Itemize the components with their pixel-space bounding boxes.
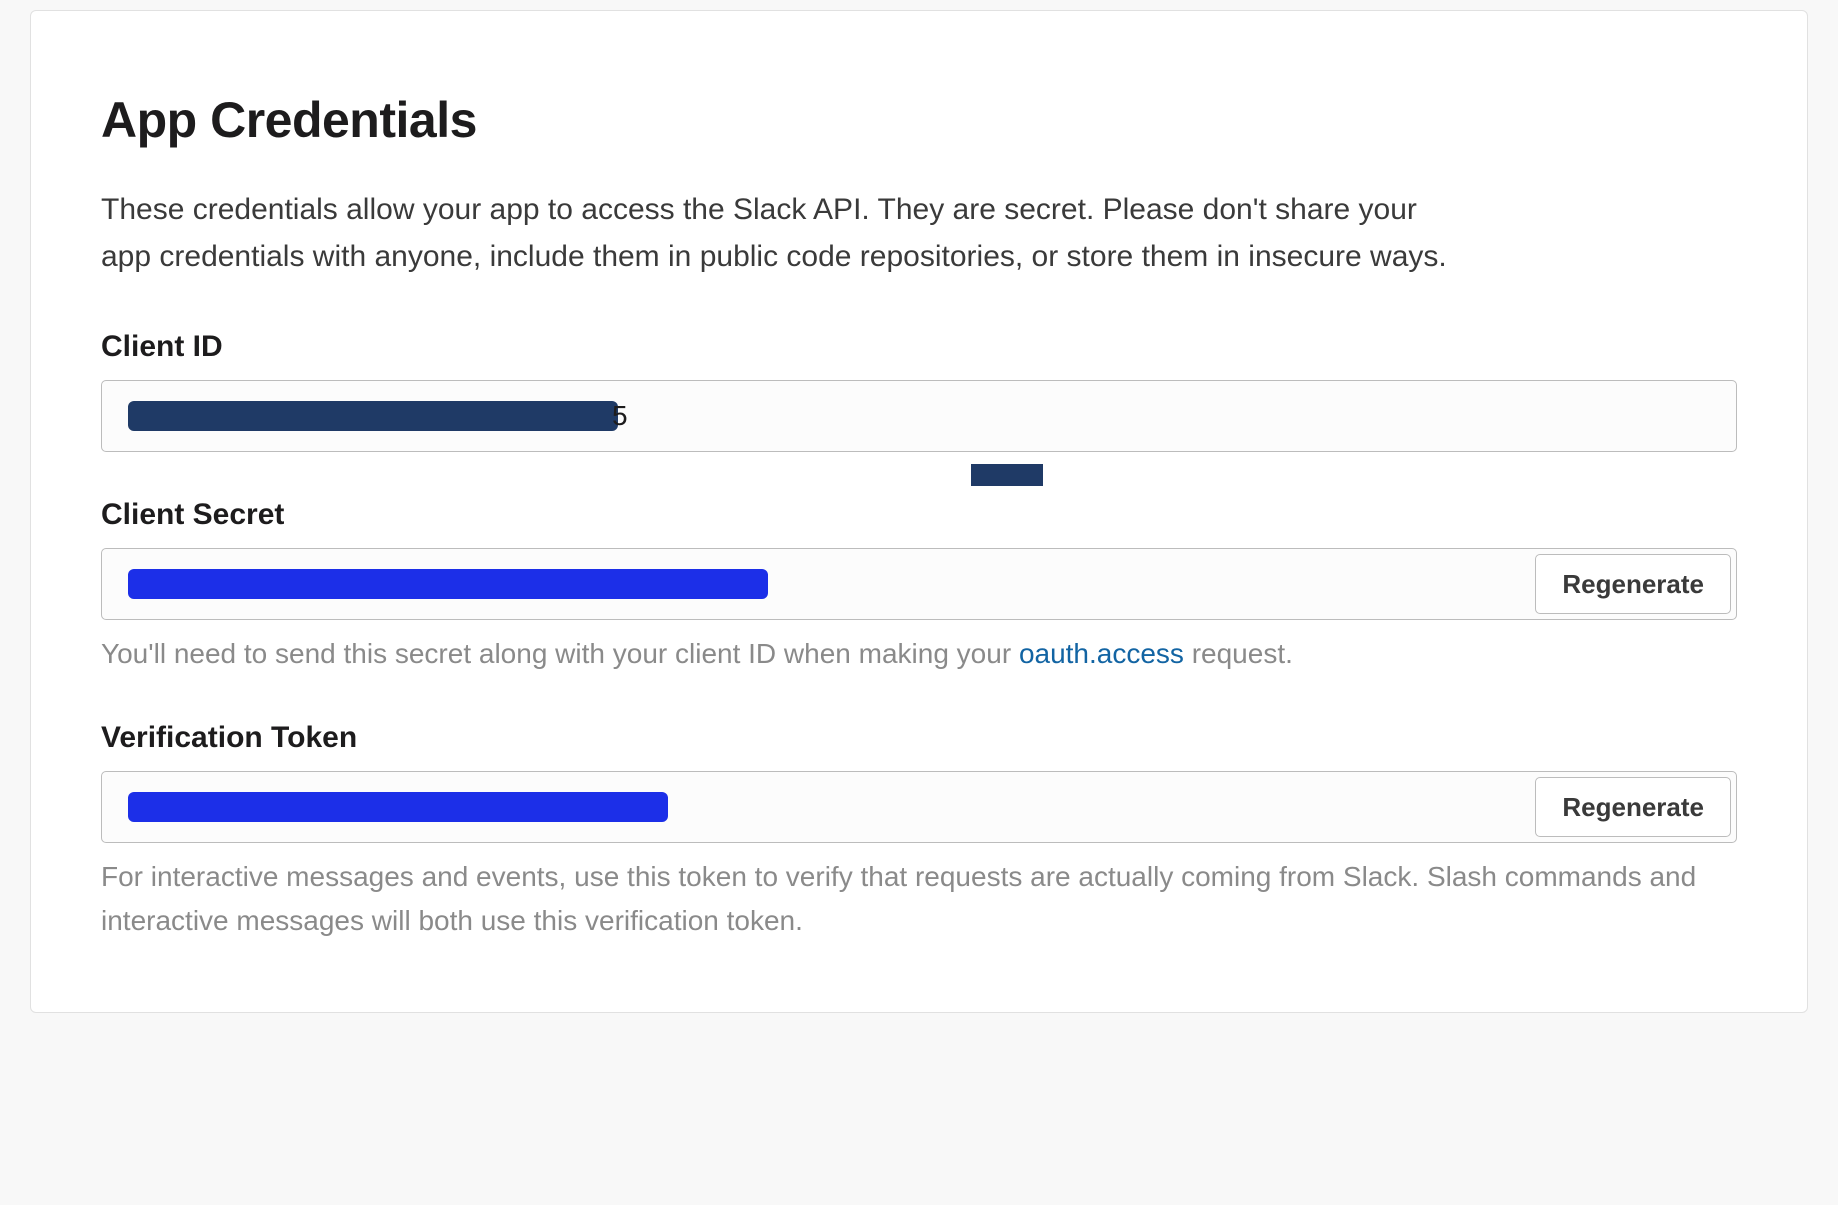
client-secret-label: Client Secret (101, 498, 1737, 532)
section-title: App Credentials (101, 91, 1737, 149)
help-text: You'll need to send this secret along wi… (101, 638, 1019, 669)
client-secret-help: You'll need to send this secret along wi… (101, 632, 1737, 675)
client-id-visible-tail: 5 (612, 400, 629, 432)
redacted-block-icon (128, 401, 618, 431)
client-id-label: Client ID (101, 330, 1737, 364)
oauth-access-link[interactable]: oauth.access (1019, 638, 1184, 669)
verification-token-field[interactable]: Regenerate (101, 771, 1737, 843)
verification-token-label: Verification Token (101, 721, 1737, 755)
redacted-block-icon (128, 569, 768, 599)
verification-token-value (102, 772, 1535, 842)
client-id-value: 5 (102, 381, 1736, 451)
client-secret-field[interactable]: Regenerate (101, 548, 1737, 620)
redacted-block-icon (128, 792, 668, 822)
client-id-field[interactable]: 5 (101, 380, 1737, 452)
client-secret-value (102, 549, 1535, 619)
section-description: These credentials allow your app to acce… (101, 187, 1451, 280)
app-credentials-card: App Credentials These credentials allow … (30, 10, 1808, 1013)
regenerate-client-secret-button[interactable]: Regenerate (1535, 554, 1731, 614)
help-text: request. (1184, 638, 1293, 669)
redacted-block-icon (971, 464, 1043, 486)
verification-token-help: For interactive messages and events, use… (101, 855, 1737, 942)
regenerate-verification-token-button[interactable]: Regenerate (1535, 777, 1731, 837)
